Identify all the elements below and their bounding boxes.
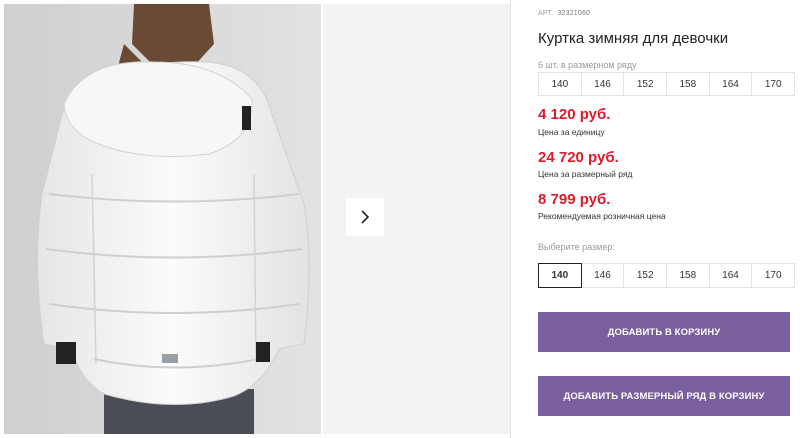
row-price-caption: Цена за размерный ряд [538,169,633,179]
unit-price: 4 120 руб. [538,106,611,123]
jacket-image [4,4,321,434]
size-option-158[interactable]: 158 [666,263,710,288]
product-title: Куртка зимняя для девочки [538,30,729,47]
size-select-label: Выберите размер: [538,242,615,252]
size-selector: 140 146 152 158 164 170 [538,263,796,288]
panel-divider [510,0,511,438]
article-number: АРТ. 32321060 [538,10,590,17]
product-photo[interactable] [4,4,321,434]
add-to-cart-button[interactable]: ДОБАВИТЬ В КОРЗИНУ [538,312,790,352]
size-row-cell: 164 [708,72,753,96]
size-option-170[interactable]: 170 [751,263,796,288]
article-value: 32321060 [557,10,591,17]
article-label: АРТ. [538,10,554,17]
size-row-cell: 170 [751,72,796,96]
unit-price-caption: Цена за единицу [538,127,605,137]
retail-price: 8 799 руб. [538,191,611,208]
row-price: 24 720 руб. [538,149,619,166]
size-option-146[interactable]: 146 [580,263,625,288]
pack-note: 6 шт. в размерном ряду [538,60,637,70]
size-option-152[interactable]: 152 [623,263,668,288]
chevron-right-icon [361,210,370,224]
size-row-cell: 158 [666,72,710,96]
product-gallery [0,0,510,438]
retail-price-caption: Рекомендуемая розничная цена [538,211,666,221]
size-row-table: 140 146 152 158 164 170 [538,72,796,96]
size-option-140[interactable]: 140 [538,263,582,288]
next-photo-button[interactable] [346,198,384,236]
size-row-cell: 152 [623,72,668,96]
size-row-cell: 140 [538,72,582,96]
add-size-row-to-cart-button[interactable]: ДОБАВИТЬ РАЗМЕРНЫЙ РЯД В КОРЗИНУ [538,376,790,416]
size-option-164[interactable]: 164 [708,263,753,288]
size-row-cell: 146 [580,72,625,96]
